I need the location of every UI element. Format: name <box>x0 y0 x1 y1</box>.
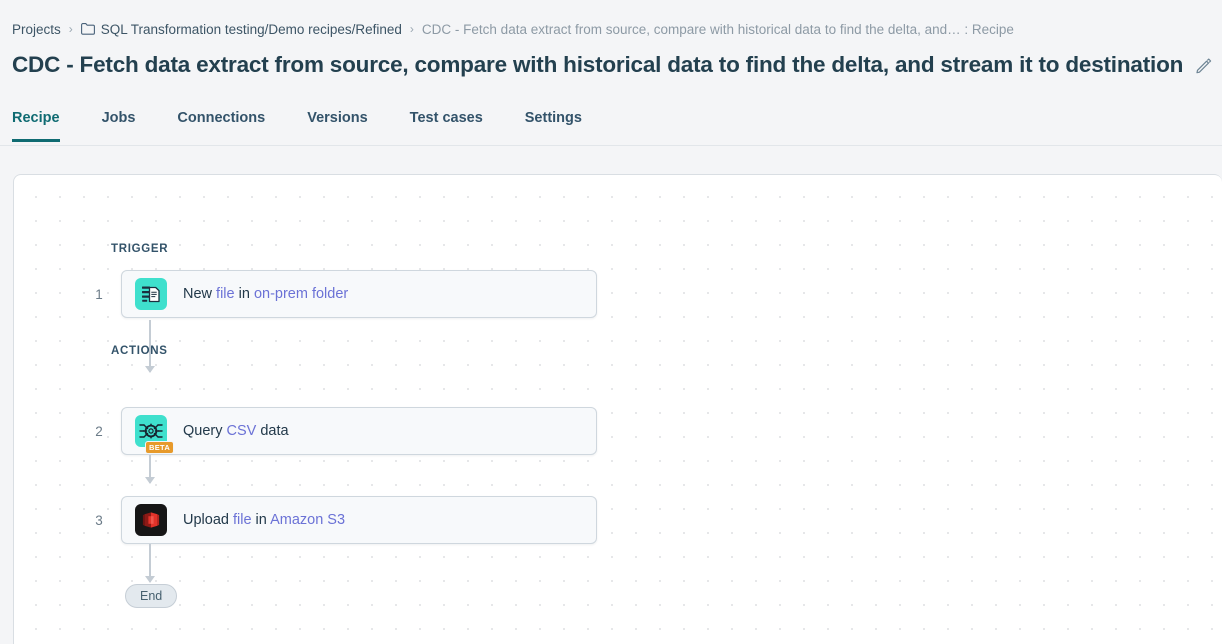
title-row: CDC - Fetch data extract from source, co… <box>12 48 1212 82</box>
breadcrumb-current: CDC - Fetch data extract from source, co… <box>422 22 1014 37</box>
step-text-part: in <box>235 286 254 302</box>
beta-badge: BETA <box>145 441 174 454</box>
step-text-highlight: CSV <box>227 423 257 439</box>
step-text-part: in <box>252 512 271 528</box>
step-text: New file in on-prem folder <box>183 286 348 302</box>
step-text-part: data <box>256 423 288 439</box>
amazon-s3-icon <box>135 504 167 536</box>
breadcrumb-separator-icon: › <box>69 23 73 35</box>
step-text: Upload file in Amazon S3 <box>183 512 345 528</box>
step-text-part: New <box>183 286 216 302</box>
step-card[interactable]: BETA Query CSV data <box>121 407 597 455</box>
step-text-highlight: on-prem folder <box>254 286 348 302</box>
sql-transformation-icon: BETA <box>135 415 167 447</box>
step-card[interactable]: New file in on-prem folder <box>121 270 597 318</box>
step-card[interactable]: Upload file in Amazon S3 <box>121 496 597 544</box>
breadcrumb-folder[interactable]: SQL Transformation testing/Demo recipes/… <box>101 22 402 37</box>
tab-test-cases[interactable]: Test cases <box>410 108 483 142</box>
step-text-highlight: file <box>216 286 235 302</box>
breadcrumb: Projects › SQL Transformation testing/De… <box>12 19 1210 39</box>
tab-jobs[interactable]: Jobs <box>102 108 136 142</box>
tab-settings[interactable]: Settings <box>525 108 582 142</box>
breadcrumb-projects[interactable]: Projects <box>12 22 61 37</box>
recipe-step-1[interactable]: 1 New file in on-prem folder <box>87 270 597 318</box>
folder-icon <box>81 23 95 38</box>
on-prem-files-icon <box>135 278 167 310</box>
recipe-step-3[interactable]: 3 Upload file in Amazon S3 <box>87 496 597 544</box>
tab-bar: Recipe Jobs Connections Versions Test ca… <box>0 108 1222 146</box>
step-number: 1 <box>87 287 111 302</box>
step-number: 3 <box>87 513 111 528</box>
recipe-step-2[interactable]: 2 <box>87 407 597 455</box>
step-text-highlight: Amazon S3 <box>270 512 345 528</box>
actions-section-label: ACTIONS <box>111 345 168 357</box>
tab-versions[interactable]: Versions <box>307 108 367 142</box>
step-text: Query CSV data <box>183 423 289 439</box>
tab-recipe[interactable]: Recipe <box>12 108 60 142</box>
end-node[interactable]: End <box>125 584 177 608</box>
pencil-icon[interactable] <box>1195 57 1212 74</box>
breadcrumb-separator-icon-2: › <box>410 23 414 35</box>
trigger-section-label: TRIGGER <box>111 243 168 255</box>
connector-arrow <box>149 455 151 483</box>
step-text-part: Upload <box>183 512 233 528</box>
step-text-part: Query <box>183 423 227 439</box>
step-number: 2 <box>87 424 111 439</box>
tab-connections[interactable]: Connections <box>177 108 265 142</box>
connector-arrow <box>149 544 151 582</box>
step-text-highlight: file <box>233 512 252 528</box>
recipe-page: Projects › SQL Transformation testing/De… <box>0 0 1222 644</box>
page-title: CDC - Fetch data extract from source, co… <box>12 52 1183 78</box>
recipe-canvas[interactable]: TRIGGER 1 New file in on-prem folder <box>13 174 1222 644</box>
